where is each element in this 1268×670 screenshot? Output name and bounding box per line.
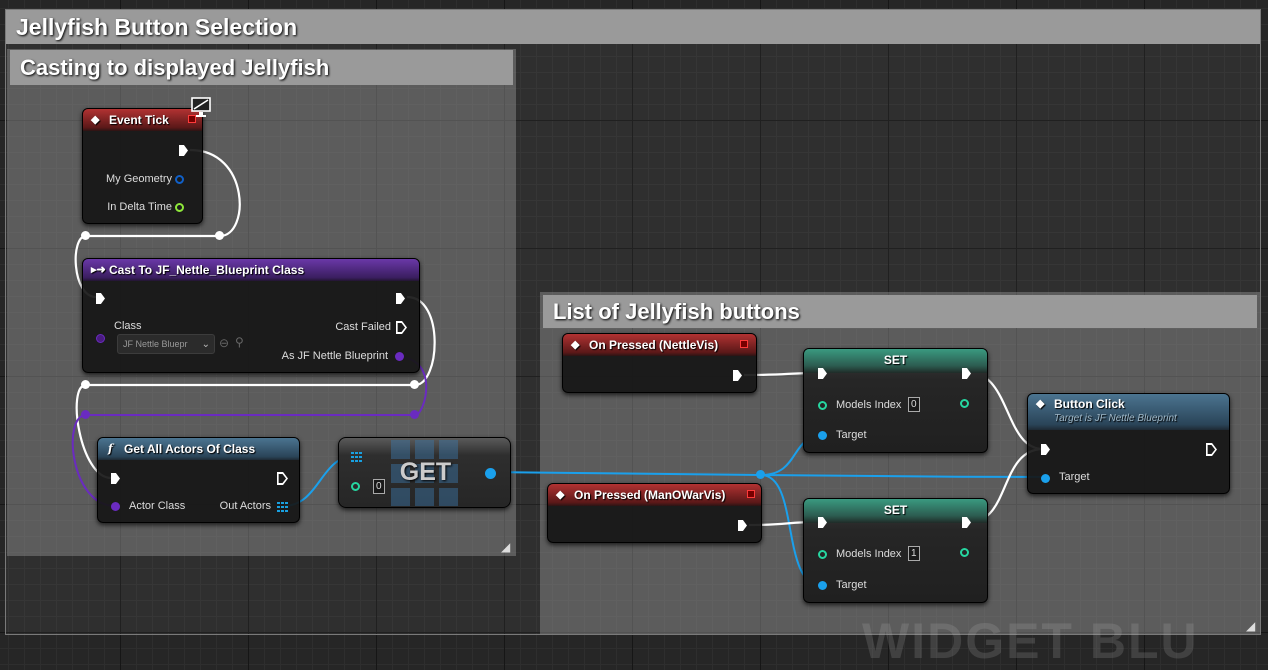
- index-pin[interactable]: [351, 482, 360, 491]
- client-monitor-icon: [191, 97, 211, 117]
- exec-output-pin[interactable]: [179, 145, 188, 156]
- target-label: Target: [1059, 471, 1090, 483]
- in-delta-time-pin[interactable]: [175, 203, 184, 212]
- index-value-box[interactable]: 0: [373, 479, 385, 494]
- exec-input-pin[interactable]: [111, 473, 120, 484]
- event-diamond-icon: ◆: [91, 114, 100, 126]
- target-pin[interactable]: [1041, 474, 1050, 483]
- cast-arrows-icon: ▸➜: [91, 264, 106, 276]
- out-actors-label: Out Actors: [219, 500, 271, 512]
- actor-class-label: Actor Class: [129, 500, 186, 512]
- reroute-knot[interactable]: [215, 231, 224, 240]
- target-pin[interactable]: [818, 581, 827, 590]
- set-node-1-title: SET: [883, 353, 908, 367]
- object-wire: [760, 474, 1047, 478]
- button-click-node[interactable]: ◆ Button Click Target is JF Nettle Bluep…: [1027, 393, 1230, 494]
- class-select-value: JF Nettle Bluepr: [123, 339, 188, 349]
- cast-to-node[interactable]: ▸➜ Cast To JF_Nettle_Blueprint Class Cla…: [82, 258, 420, 373]
- set-node-2-title: SET: [883, 503, 908, 517]
- exec-output-pin[interactable]: [396, 293, 405, 304]
- chevron-down-icon: ⌄: [201, 339, 210, 350]
- exec-input-pin[interactable]: [1041, 444, 1050, 455]
- get-output-pin[interactable]: [485, 468, 496, 479]
- cast-failed-exec-pin[interactable]: [396, 321, 407, 334]
- exec-output-pin[interactable]: [733, 370, 742, 381]
- exec-input-pin[interactable]: [96, 293, 105, 304]
- event-tick-title: Event Tick: [109, 113, 169, 127]
- models-index-pin[interactable]: [818, 550, 827, 559]
- button-click-header[interactable]: ◆ Button Click Target is JF Nettle Bluep…: [1028, 394, 1229, 430]
- on-pressed-nettle-node[interactable]: ◆ On Pressed (NettleVis): [562, 333, 757, 393]
- set-models-index-node-2[interactable]: SET Models Index 1 Target: [803, 498, 988, 603]
- event-diamond-icon: ◆: [556, 489, 565, 501]
- set-node-2-header[interactable]: SET: [804, 499, 987, 523]
- models-index-value[interactable]: 0: [908, 397, 920, 412]
- reroute-knot[interactable]: [81, 231, 90, 240]
- exec-output-pin[interactable]: [277, 472, 288, 485]
- my-geometry-pin[interactable]: [175, 175, 184, 184]
- exec-output-pin[interactable]: [738, 520, 747, 531]
- on-pressed-nettle-header[interactable]: ◆ On Pressed (NettleVis): [563, 334, 756, 356]
- browse-search-icon[interactable]: ⚲: [235, 335, 244, 349]
- models-index-value[interactable]: 1: [908, 546, 920, 561]
- models-index-pin[interactable]: [818, 401, 827, 410]
- set-node-1-header[interactable]: SET: [804, 349, 987, 373]
- models-index-output-pin[interactable]: [960, 548, 969, 557]
- cast-node-title: Cast To JF_Nettle_Blueprint Class: [109, 263, 305, 277]
- reroute-knot[interactable]: [81, 380, 90, 389]
- reroute-knot[interactable]: [410, 380, 419, 389]
- on-pressed-manowar-node[interactable]: ◆ On Pressed (ManOWarVis): [547, 483, 762, 543]
- event-tick-node[interactable]: ◆ Event Tick My Geometry In Delta Time: [82, 108, 203, 224]
- class-select-dropdown[interactable]: JF Nettle Bluepr ⌄: [117, 334, 215, 354]
- target-pin[interactable]: [818, 431, 827, 440]
- delegate-pin-icon[interactable]: [747, 490, 755, 498]
- reroute-knot[interactable]: [756, 470, 765, 479]
- array-get-node[interactable]: GET 0: [338, 437, 511, 508]
- models-index-label: Models Index: [836, 548, 902, 560]
- event-tick-header[interactable]: ◆ Event Tick: [83, 109, 202, 131]
- my-geometry-label: My Geometry: [105, 173, 172, 185]
- class-label: Class: [114, 320, 142, 332]
- exec-output-pin[interactable]: [1206, 443, 1217, 456]
- event-diamond-icon: ◆: [571, 339, 580, 351]
- as-jf-nettle-pin[interactable]: [395, 352, 404, 361]
- set-models-index-node-1[interactable]: SET Models Index 0 Target: [803, 348, 988, 453]
- use-selected-icon[interactable]: ⊖: [219, 336, 229, 350]
- in-delta-time-label: In Delta Time: [107, 201, 172, 213]
- as-jf-nettle-label: As JF Nettle Blueprint: [281, 350, 388, 362]
- get-all-actors-title: Get All Actors Of Class: [124, 442, 256, 456]
- button-click-title: Button Click: [1054, 397, 1125, 411]
- on-pressed-manowar-header[interactable]: ◆ On Pressed (ManOWarVis): [548, 484, 761, 506]
- function-diamond-icon: ◆: [1036, 398, 1045, 410]
- target-label: Target: [836, 579, 867, 591]
- models-index-label: Models Index: [836, 399, 902, 411]
- models-index-output-pin[interactable]: [960, 399, 969, 408]
- function-icon: f: [108, 442, 113, 455]
- class-input-pin[interactable]: [96, 334, 105, 343]
- get-all-actors-node[interactable]: f Get All Actors Of Class Actor Class Ou…: [97, 437, 300, 523]
- on-pressed-manowar-title: On Pressed (ManOWarVis): [574, 488, 726, 502]
- array-grid-pin-icon[interactable]: [351, 452, 362, 462]
- object-wire: [489, 471, 762, 476]
- reroute-knot[interactable]: [410, 410, 419, 419]
- reroute-knot[interactable]: [81, 410, 90, 419]
- delegate-pin-icon[interactable]: [740, 340, 748, 348]
- get-all-actors-header[interactable]: f Get All Actors Of Class: [98, 438, 299, 460]
- actor-class-pin[interactable]: [111, 502, 120, 511]
- target-label: Target: [836, 429, 867, 441]
- cast-node-header[interactable]: ▸➜ Cast To JF_Nettle_Blueprint Class: [83, 259, 419, 281]
- on-pressed-nettle-title: On Pressed (NettleVis): [589, 338, 719, 352]
- cast-failed-label: Cast Failed: [335, 321, 391, 333]
- array-grid-pin-icon[interactable]: [277, 502, 288, 512]
- button-click-subtitle: Target is JF Nettle Blueprint: [1054, 413, 1177, 424]
